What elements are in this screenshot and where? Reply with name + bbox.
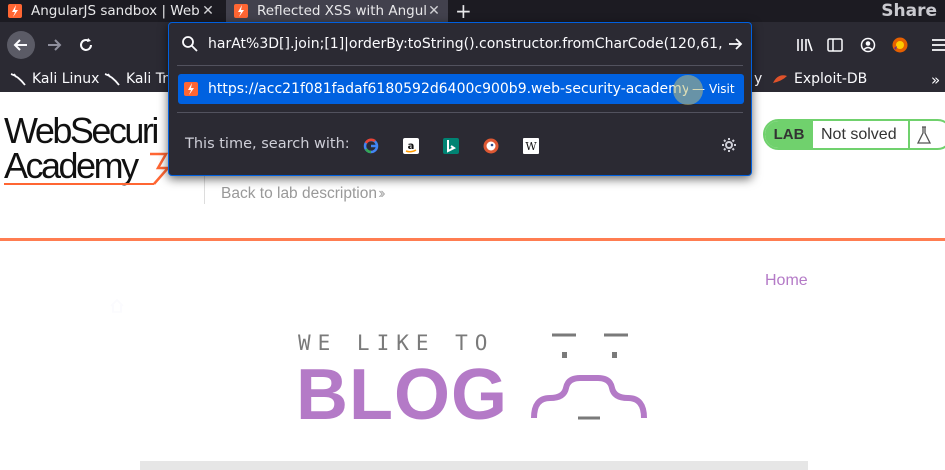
academy-logo-line2[interactable]: Academy [4,148,139,184]
close-tab-icon[interactable]: ✕ [426,3,442,19]
bing-icon[interactable] [442,137,460,155]
account-button[interactable] [857,34,879,56]
lab-badge: LAB [765,121,813,148]
library-button[interactable] [794,34,816,56]
back-link-label: Back to lab description [221,185,377,202]
kali-dragon-icon [10,71,26,87]
account-icon [860,37,876,53]
blog-face-logo-icon [531,333,647,420]
tab-angularjs-sandbox[interactable]: AngularJS sandbox | Web Security Academy… [0,0,222,22]
dropdown-separator [177,65,743,66]
logo-underline [4,183,154,185]
suggestion-action: Visit [709,82,735,96]
foxyproxy-extension-icon [892,37,908,53]
exploit-db-icon [772,71,788,87]
forward-arrow-icon [48,39,62,51]
portswigger-favicon-icon [8,4,22,18]
bookmark-label: Kali Linux [32,71,100,87]
suggestion-url: https://acc21f081fadaf6180592d6400c900b9… [208,81,688,97]
blog-tagline: WE LIKE TO [298,331,495,355]
reload-button[interactable] [74,33,98,57]
search-icon [182,36,198,52]
back-button[interactable] [7,31,35,59]
go-arrow-button[interactable] [724,33,746,55]
one-off-search-label: This time, search with: [185,136,350,152]
svg-text:a: a [408,141,415,152]
home-button[interactable] [105,294,129,318]
tab-strip: AngularJS sandbox | Web Security Academy… [0,0,945,23]
extension-button[interactable] [889,34,911,56]
amazon-icon[interactable]: a [402,137,420,155]
flask-icon [908,121,938,148]
tab-title: AngularJS sandbox | Web Security Academy [31,3,200,19]
portswigger-favicon-icon [184,82,198,96]
home-icon [110,298,124,313]
reload-icon [80,38,92,51]
lab-status-widget: LAB Not solved [763,119,945,150]
home-nav-link[interactable]: Home [765,272,808,290]
bookmark-label: Kali Tr [126,71,168,87]
google-icon[interactable] [362,137,380,155]
bookmark-label: y [754,71,763,87]
library-icon [797,38,813,52]
double-chevron-icon: ›› [376,185,385,202]
forward-button[interactable] [42,33,66,57]
menu-button[interactable] [928,34,945,56]
blog-title: BLOG [296,355,508,435]
sidebar-button[interactable] [824,34,846,56]
sidebar-icon [827,38,843,52]
kali-dragon-icon [104,71,120,87]
portswigger-favicon-icon [234,4,248,18]
back-to-lab-description-link[interactable]: Back to lab description ›› [221,185,385,203]
address-bar-dropdown: harAt%3D[].join;[1]|orderBy:toString().c… [168,22,752,176]
lab-status-text: Not solved [821,125,897,143]
share-label[interactable]: Share [881,1,937,21]
blog-header-image [140,461,808,470]
bookmark-partial[interactable]: y [754,71,762,87]
bookmark-label: Exploit-DB [794,71,868,87]
mouse-cursor-highlight [673,75,703,105]
url-input[interactable]: harAt%3D[].join;[1]|orderBy:toString().c… [208,36,724,52]
academy-logo-line1[interactable]: WebSecuri [4,113,159,149]
bookmark-kali-linux[interactable]: Kali Linux [10,71,99,87]
hamburger-menu-icon [932,39,945,51]
svg-text:W: W [525,140,537,153]
go-arrow-icon [729,38,743,50]
address-bar[interactable]: harAt%3D[].join;[1]|orderBy:toString().c… [169,23,751,65]
bookmark-kali-tools[interactable]: Kali Tr [104,71,168,87]
back-arrow-icon [13,39,27,51]
tab-reflected-xss[interactable]: Reflected XSS with AngularJS sandbox esc… [226,0,448,22]
bookmarks-overflow-chevron-icon[interactable]: » [931,71,940,89]
header-divider [204,176,205,204]
dropdown-separator [177,112,743,113]
duckduckgo-icon[interactable] [482,137,500,155]
tab-title: Reflected XSS with AngularJS sandbox esc… [257,3,426,19]
search-settings-gear-icon[interactable] [719,135,739,155]
bookmark-exploit-db[interactable]: Exploit-DB [772,71,867,87]
wikipedia-icon[interactable]: W [522,137,540,155]
close-tab-icon[interactable]: ✕ [200,3,216,19]
url-suggestion-row[interactable]: https://acc21f081fadaf6180592d6400c900b9… [178,74,744,104]
new-tab-icon[interactable]: + [455,0,472,23]
header-orange-rule [0,238,945,241]
